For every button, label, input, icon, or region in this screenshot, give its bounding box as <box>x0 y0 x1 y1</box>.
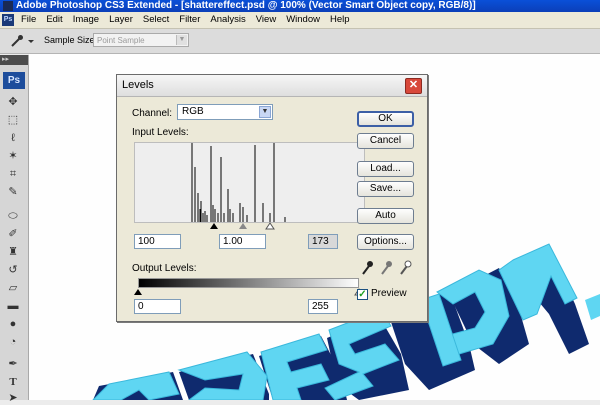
eyedropper-tools <box>362 260 412 275</box>
marquee-icon[interactable]: ⬚ <box>6 113 20 127</box>
cancel-button[interactable]: Cancel <box>357 133 414 149</box>
magic-wand-icon[interactable]: ✶ <box>6 149 20 163</box>
menu-layer[interactable]: Layer <box>104 12 138 28</box>
chevron-down-icon: ▼ <box>259 106 271 118</box>
preview-checkbox[interactable]: ✓ <box>357 289 368 300</box>
eyedropper-icon <box>11 35 34 47</box>
channel-select[interactable]: RGB ▼ <box>177 104 273 120</box>
input-gamma-field[interactable]: 1.00 <box>219 234 266 249</box>
brush-icon[interactable]: ✐ <box>6 227 20 241</box>
menu-filter[interactable]: Filter <box>174 12 205 28</box>
save-button[interactable]: Save... <box>357 181 414 197</box>
crop-icon[interactable]: ⌗ <box>6 167 20 181</box>
channel-value: RGB <box>182 106 204 117</box>
menu-select[interactable]: Select <box>138 12 174 28</box>
toolbox-grip[interactable]: ▸▸ <box>0 55 28 65</box>
eraser-icon[interactable]: ▱ <box>6 281 20 295</box>
toolbox: ▸▸ Ps ✥ ⬚ ℓ ✶ ⌗ ✎ ⬭ ✐ ♜ ↺ ▱ ▬ ● ◔ ✒ T ➤ <box>0 55 29 404</box>
window-title-bar: Adobe Photoshop CS3 Extended - [shattere… <box>0 0 600 12</box>
eyedropper-icon[interactable]: ✎ <box>6 185 20 199</box>
output-white-field[interactable]: 255 <box>308 299 338 314</box>
eyedropper-group <box>361 258 415 276</box>
lasso-icon[interactable]: ℓ <box>6 131 20 145</box>
input-gamma-slider-handle <box>239 223 247 229</box>
menu-edit[interactable]: Edit <box>41 12 67 28</box>
clone-stamp-icon[interactable]: ♜ <box>6 245 20 259</box>
window-title: Adobe Photoshop CS3 Extended - [shattere… <box>16 0 476 11</box>
histogram <box>134 142 365 223</box>
output-black-slider-handle <box>134 289 142 295</box>
gradient-icon[interactable]: ▬ <box>6 299 20 313</box>
chevron-down-icon: ▼ <box>176 35 187 45</box>
auto-button[interactable]: Auto <box>357 208 414 224</box>
input-black-slider-handle <box>210 223 218 229</box>
channel-label: Channel: <box>132 108 173 119</box>
white-point-eyedropper-icon <box>400 260 412 275</box>
options-bar: Sample Size: Point Sample ▼ <box>0 29 600 54</box>
sample-size-label: Sample Size: <box>44 35 98 45</box>
tool-preset-picker[interactable] <box>8 33 38 49</box>
type-icon[interactable]: T <box>6 375 20 389</box>
output-black-field[interactable]: 0 <box>134 299 181 314</box>
app-title-icon <box>3 1 13 11</box>
move-icon[interactable]: ✥ <box>6 95 20 109</box>
levels-dialog-title-bar[interactable]: Levels ✕ <box>117 75 427 97</box>
output-levels-label: Output Levels: <box>132 263 197 274</box>
input-white-slider-handle <box>265 222 275 230</box>
ps-logo: Ps <box>3 72 25 89</box>
black-point-eyedropper-icon <box>362 261 373 275</box>
input-levels-label: Input Levels: <box>132 127 189 138</box>
sample-size-select[interactable]: Point Sample ▼ <box>93 33 189 47</box>
menu-view[interactable]: View <box>251 12 281 28</box>
menu-bar: Ps File Edit Image Layer Select Filter A… <box>0 12 600 29</box>
path-selection-icon[interactable]: ➤ <box>6 391 20 405</box>
healing-icon[interactable]: ⬭ <box>6 209 20 223</box>
preview-label: Preview <box>371 288 407 299</box>
dodge-icon[interactable]: ◔ <box>6 335 20 349</box>
output-levels-slider[interactable] <box>134 287 364 297</box>
input-black-field[interactable]: 100 <box>134 234 181 249</box>
options-button[interactable]: Options... <box>357 234 414 250</box>
input-white-field[interactable]: 173 <box>308 234 338 249</box>
menu-help[interactable]: Help <box>325 12 355 28</box>
levels-dialog: Levels ✕ Channel: RGB ▼ Input Levels: 10… <box>116 74 428 322</box>
history-brush-icon[interactable]: ↺ <box>6 263 20 277</box>
blur-icon[interactable]: ● <box>6 317 20 331</box>
menu-window[interactable]: Window <box>281 12 325 28</box>
pen-icon[interactable]: ✒ <box>6 357 20 371</box>
menu-file[interactable]: File <box>16 12 41 28</box>
gray-point-eyedropper-icon <box>381 261 392 275</box>
close-icon[interactable]: ✕ <box>405 78 422 94</box>
menu-image[interactable]: Image <box>68 12 104 28</box>
levels-dialog-title: Levels <box>122 79 154 91</box>
app-menu-icon[interactable]: Ps <box>2 14 14 26</box>
output-slider-track <box>134 288 364 296</box>
ok-button[interactable]: OK <box>357 111 414 127</box>
input-levels-slider[interactable] <box>134 221 363 231</box>
sample-size-value: Point Sample <box>97 36 145 45</box>
input-slider-track <box>210 222 275 230</box>
menu-analysis[interactable]: Analysis <box>205 12 250 28</box>
load-button[interactable]: Load... <box>357 161 414 177</box>
histogram-graph <box>191 143 286 222</box>
